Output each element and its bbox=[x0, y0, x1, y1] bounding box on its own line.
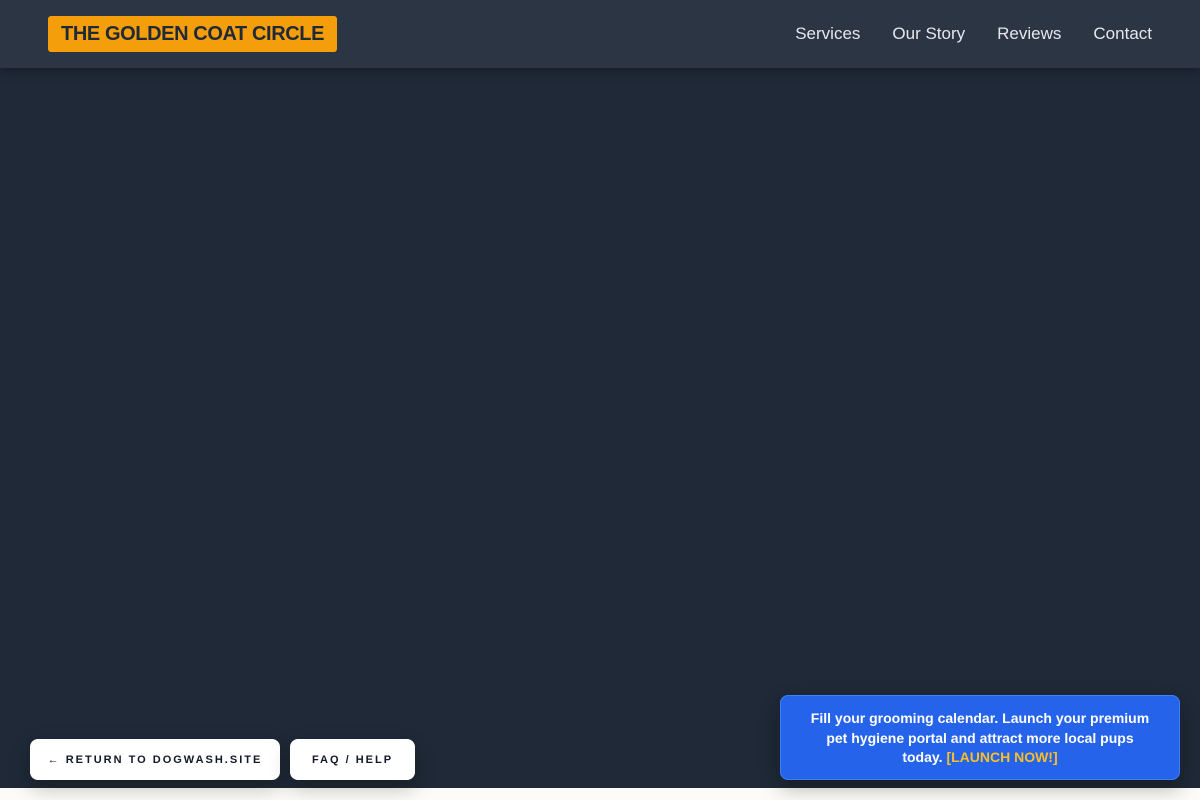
nav-services-link[interactable]: Services bbox=[795, 24, 860, 44]
main-nav: Services Our Story Reviews Contact bbox=[795, 0, 1152, 68]
launch-now-link[interactable]: [LAUNCH NOW!] bbox=[946, 749, 1057, 765]
promo-banner: Fill your grooming calendar. Launch your… bbox=[780, 695, 1180, 780]
nav-contact-link[interactable]: Contact bbox=[1093, 24, 1152, 44]
hero-section bbox=[0, 68, 1200, 788]
top-navigation-bar: THE GOLDEN COAT CIRCLE Services Our Stor… bbox=[0, 0, 1200, 68]
faq-help-button[interactable]: FAQ / HELP bbox=[290, 739, 415, 780]
page bbox=[0, 0, 1200, 788]
site-logo[interactable]: THE GOLDEN COAT CIRCLE bbox=[48, 16, 338, 52]
page-bottom-strip bbox=[0, 788, 1200, 800]
nav-reviews-link[interactable]: Reviews bbox=[997, 24, 1061, 44]
return-to-dogwash-button[interactable]: ← RETURN TO DOGWASH.SITE bbox=[30, 739, 280, 780]
nav-our-story-link[interactable]: Our Story bbox=[892, 24, 965, 44]
